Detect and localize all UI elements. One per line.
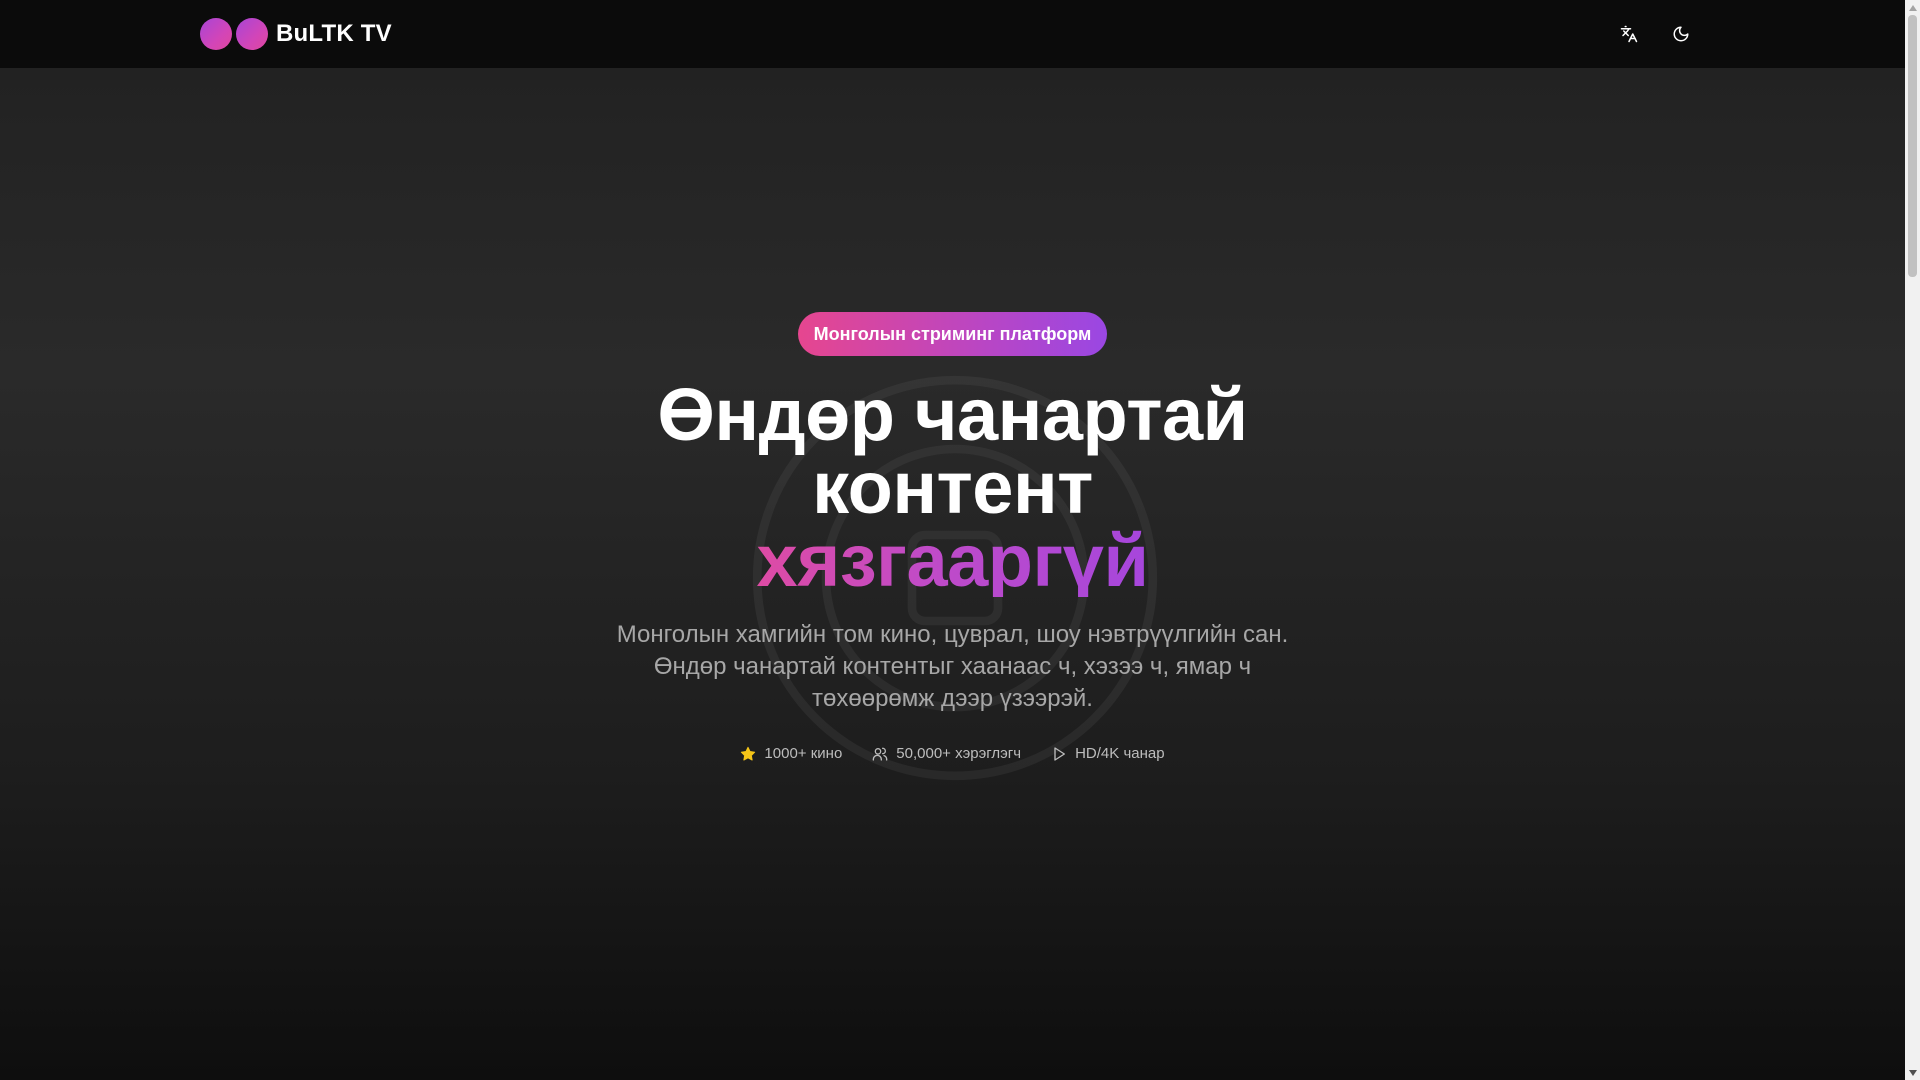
stat-movies: 1000+ кино — [740, 745, 842, 762]
headline-line-2: контент — [812, 446, 1093, 529]
page-scrollbar[interactable] — [1905, 0, 1920, 1080]
brand-name: BuLTK TV — [276, 20, 392, 47]
stat-movies-label: 1000+ кино — [764, 745, 843, 762]
users-icon — [872, 747, 888, 761]
app-viewport: BuLTK TV Монголын стриминг платформ Өндө… — [0, 0, 1920, 1080]
hero-headline: Өндөр чанартай контент хязгааргүй — [657, 373, 1248, 598]
hero-stats: 1000+ кино 50,000+ хэрэглэгч HD/4K чанар — [740, 745, 1165, 762]
hero-content: Монголын стриминг платформ Өндөр чанарта… — [0, 68, 1905, 762]
scroll-down-arrow-icon[interactable] — [1905, 1065, 1920, 1080]
stat-users: 50,000+ хэрэглэгч — [872, 745, 1021, 762]
stat-users-label: 50,000+ хэрэглэгч — [896, 745, 1022, 762]
headline-highlight: хязгааргүй — [657, 524, 1247, 598]
translate-icon — [1620, 25, 1638, 43]
top-navbar: BuLTK TV — [0, 0, 1905, 68]
hero-section: Монголын стриминг платформ Өндөр чанарта… — [0, 68, 1905, 1080]
stat-quality-label: HD/4K чанар — [1075, 745, 1165, 762]
moon-icon — [1673, 26, 1689, 42]
hero-subtitle: Монголын хамгийн том кино, цуврал, шоу н… — [616, 621, 1289, 712]
logo-mark — [200, 18, 268, 50]
scroll-up-arrow-icon[interactable] — [1905, 0, 1920, 15]
logo-dot-left — [200, 18, 232, 50]
play-icon — [1054, 746, 1066, 761]
star-icon — [741, 746, 756, 760]
stat-quality: HD/4K чанар — [1051, 745, 1165, 762]
language-toggle-button[interactable] — [1613, 18, 1645, 50]
platform-badge: Монголын стриминг платформ — [797, 312, 1108, 356]
header-actions — [1613, 0, 1697, 68]
theme-toggle-button[interactable] — [1665, 18, 1697, 50]
headline-line-1: Өндөр чанартай — [657, 373, 1248, 456]
logo-dot-right — [236, 18, 268, 50]
scrollbar-thumb[interactable] — [1908, 15, 1917, 277]
brand-logo-link[interactable]: BuLTK TV — [200, 0, 392, 68]
